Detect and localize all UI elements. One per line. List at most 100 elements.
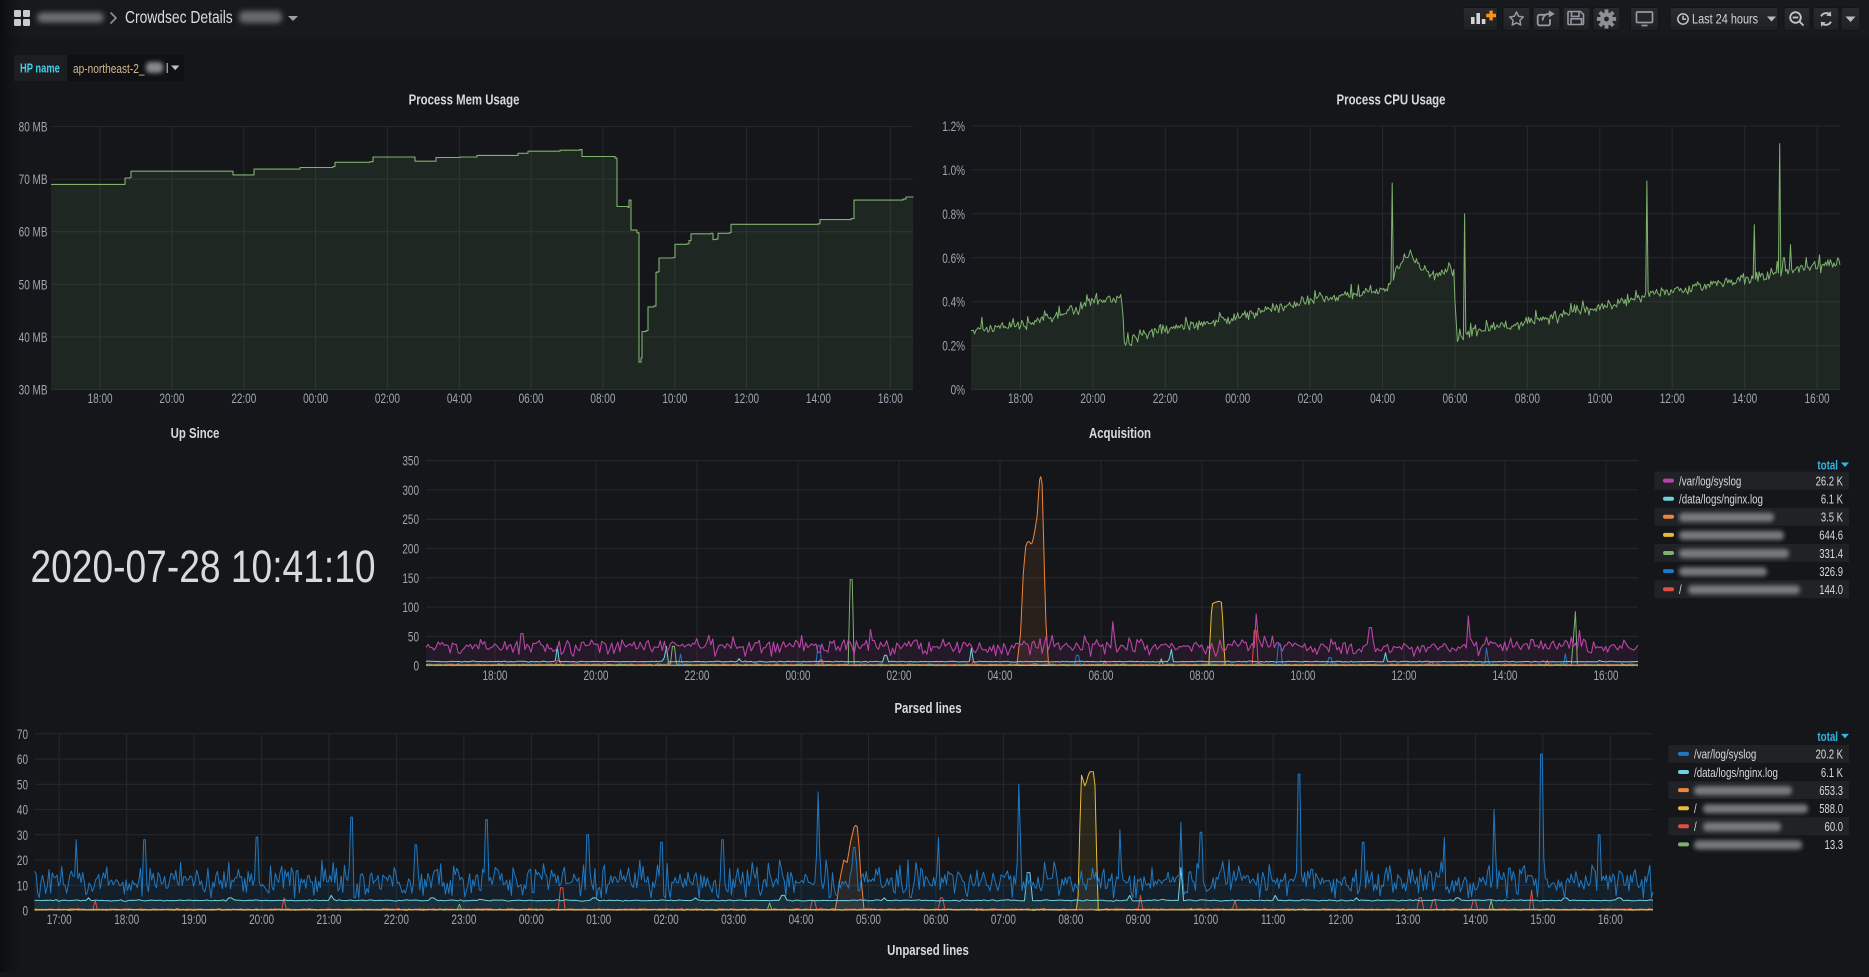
svg-text:Up Since: Up Since xyxy=(171,424,220,441)
svg-text:60: 60 xyxy=(17,752,28,768)
svg-text:01:00: 01:00 xyxy=(586,911,611,927)
svg-text:02:00: 02:00 xyxy=(1298,390,1323,406)
svg-text:150: 150 xyxy=(402,570,419,586)
svg-text:Parsed lines: Parsed lines xyxy=(894,699,961,716)
svg-text:100: 100 xyxy=(402,600,419,616)
svg-text:30 MB: 30 MB xyxy=(19,382,48,398)
svg-text:03:00: 03:00 xyxy=(721,911,746,927)
svg-text:0.4%: 0.4% xyxy=(942,294,965,310)
svg-text:06:00: 06:00 xyxy=(923,911,948,927)
svg-text:04:00: 04:00 xyxy=(447,390,472,406)
svg-text:11:00: 11:00 xyxy=(1261,911,1286,927)
svg-text:20.2 K: 20.2 K xyxy=(1816,748,1844,762)
svg-text:300: 300 xyxy=(402,482,419,498)
svg-text:20:00: 20:00 xyxy=(584,667,609,683)
svg-text:18:00: 18:00 xyxy=(483,667,508,683)
svg-text:08:00: 08:00 xyxy=(1190,667,1215,683)
svg-text:09:00: 09:00 xyxy=(1126,911,1151,927)
svg-text:26.2 K: 26.2 K xyxy=(1816,475,1844,489)
svg-text:/data/logs/nginx.log: /data/logs/nginx.log xyxy=(1679,493,1763,507)
svg-text:10:00: 10:00 xyxy=(662,390,687,406)
svg-text:60 MB: 60 MB xyxy=(19,224,48,240)
svg-text:40: 40 xyxy=(17,802,28,818)
svg-text:18:00: 18:00 xyxy=(1008,390,1033,406)
svg-text:200: 200 xyxy=(402,541,419,557)
svg-text:00:00: 00:00 xyxy=(786,667,811,683)
svg-text:18:00: 18:00 xyxy=(114,911,139,927)
svg-text:40 MB: 40 MB xyxy=(19,329,48,345)
svg-text:06:00: 06:00 xyxy=(1089,667,1114,683)
svg-text:0: 0 xyxy=(413,658,419,674)
svg-text:18:00: 18:00 xyxy=(88,390,113,406)
svg-text:14:00: 14:00 xyxy=(1732,390,1757,406)
svg-text:Process CPU Usage: Process CPU Usage xyxy=(1337,91,1446,108)
svg-text:20:00: 20:00 xyxy=(249,911,274,927)
svg-text:326.9: 326.9 xyxy=(1819,566,1843,580)
svg-text:331.4: 331.4 xyxy=(1819,548,1843,562)
svg-text:/data/logs/nginx.log: /data/logs/nginx.log xyxy=(1694,767,1778,781)
svg-text:22:00: 22:00 xyxy=(384,911,409,927)
svg-text:04:00: 04:00 xyxy=(789,911,814,927)
svg-text:588.0: 588.0 xyxy=(1819,803,1843,817)
svg-text:10:00: 10:00 xyxy=(1291,667,1316,683)
svg-text:00:00: 00:00 xyxy=(1225,390,1250,406)
svg-text:Unparsed lines: Unparsed lines xyxy=(887,941,969,958)
svg-text:00:00: 00:00 xyxy=(519,911,544,927)
svg-text:05:00: 05:00 xyxy=(856,911,881,927)
svg-text:12:00: 12:00 xyxy=(1660,390,1685,406)
svg-text:653.3: 653.3 xyxy=(1819,785,1843,799)
svg-text:00:00: 00:00 xyxy=(303,390,328,406)
svg-text:3.5 K: 3.5 K xyxy=(1821,511,1843,525)
svg-text:02:00: 02:00 xyxy=(654,911,679,927)
svg-text:0.6%: 0.6% xyxy=(942,250,965,266)
svg-text:1.0%: 1.0% xyxy=(942,162,965,178)
svg-text:17:00: 17:00 xyxy=(47,911,72,927)
svg-text:/var/log/syslog: /var/log/syslog xyxy=(1679,475,1741,489)
svg-text:16:00: 16:00 xyxy=(1594,667,1619,683)
svg-text:20:00: 20:00 xyxy=(159,390,184,406)
svg-text:14:00: 14:00 xyxy=(806,390,831,406)
svg-text:04:00: 04:00 xyxy=(1370,390,1395,406)
svg-text:50: 50 xyxy=(17,777,28,793)
svg-text:08:00: 08:00 xyxy=(1058,911,1083,927)
svg-text:06:00: 06:00 xyxy=(1443,390,1468,406)
svg-text:16:00: 16:00 xyxy=(878,390,903,406)
svg-text:Crowdsec Details: Crowdsec Details xyxy=(125,7,233,27)
svg-text:10: 10 xyxy=(17,878,28,894)
svg-text:/var/log/syslog: /var/log/syslog xyxy=(1694,749,1756,763)
svg-text:16:00: 16:00 xyxy=(1805,390,1830,406)
svg-text:04:00: 04:00 xyxy=(988,667,1013,683)
svg-text:07:00: 07:00 xyxy=(991,911,1016,927)
svg-text:15:00: 15:00 xyxy=(1530,911,1555,927)
svg-text:13.3: 13.3 xyxy=(1825,839,1843,853)
svg-text:70 MB: 70 MB xyxy=(19,172,48,188)
svg-text:l: l xyxy=(166,61,168,76)
svg-text:0: 0 xyxy=(22,903,28,919)
svg-text:30: 30 xyxy=(17,827,28,843)
svg-text:ap-northeast-2_: ap-northeast-2_ xyxy=(73,62,145,76)
svg-text:80 MB: 80 MB xyxy=(19,119,48,135)
svg-text:20:00: 20:00 xyxy=(1080,390,1105,406)
svg-text:14:00: 14:00 xyxy=(1463,911,1488,927)
svg-text:10:00: 10:00 xyxy=(1587,390,1612,406)
svg-text:12:00: 12:00 xyxy=(1392,667,1417,683)
svg-text:12:00: 12:00 xyxy=(734,390,759,406)
svg-text:250: 250 xyxy=(402,512,419,528)
svg-text:22:00: 22:00 xyxy=(231,390,256,406)
svg-text:0%: 0% xyxy=(951,382,966,398)
svg-text:Acquisition: Acquisition xyxy=(1089,424,1151,441)
svg-text:14:00: 14:00 xyxy=(1493,667,1518,683)
svg-text:06:00: 06:00 xyxy=(519,390,544,406)
svg-text:19:00: 19:00 xyxy=(182,911,207,927)
svg-text:2020-07-28 10:41:10: 2020-07-28 10:41:10 xyxy=(30,542,375,592)
svg-text:total: total xyxy=(1817,731,1838,745)
svg-text:20: 20 xyxy=(17,853,28,869)
svg-text:21:00: 21:00 xyxy=(317,911,342,927)
svg-text:70: 70 xyxy=(17,726,28,742)
svg-text:13:00: 13:00 xyxy=(1396,911,1421,927)
svg-text:02:00: 02:00 xyxy=(375,390,400,406)
svg-text:1.2%: 1.2% xyxy=(942,118,965,134)
svg-text:0.2%: 0.2% xyxy=(942,338,965,354)
svg-text:50: 50 xyxy=(408,629,419,645)
svg-text:644.6: 644.6 xyxy=(1819,529,1843,543)
